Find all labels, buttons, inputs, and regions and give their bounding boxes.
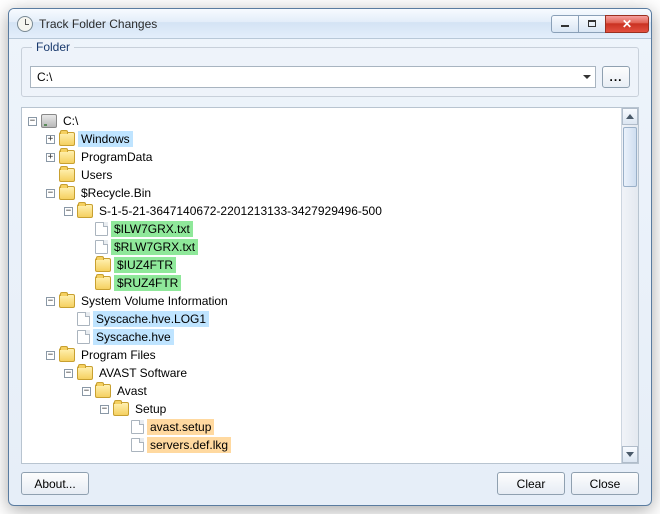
chevron-down-icon [583, 75, 591, 79]
tree-panel: − C:\ + Windows + ProgramData [21, 107, 639, 464]
file-icon [77, 312, 90, 326]
expand-icon[interactable]: + [46, 153, 55, 162]
browse-button[interactable]: ... [602, 66, 630, 88]
tree-label: Setup [132, 401, 169, 417]
collapse-icon[interactable]: − [64, 369, 73, 378]
tree-node-file[interactable]: Syscache.hve [24, 328, 619, 346]
folder-group-label: Folder [32, 40, 74, 54]
tree-node-file[interactable]: avast.setup [24, 418, 619, 436]
folder-icon [59, 132, 75, 146]
tree-node-recycle[interactable]: − $Recycle.Bin [24, 184, 619, 202]
tree-label: Users [78, 167, 115, 183]
close-window-button[interactable]: ✕ [605, 15, 649, 33]
tree-node-setup[interactable]: − Setup [24, 400, 619, 418]
titlebar: Track Folder Changes ✕ [9, 9, 651, 39]
tree-node-windows[interactable]: + Windows [24, 130, 619, 148]
tree-node-root[interactable]: − C:\ [24, 112, 619, 130]
button-bar: About... Clear Close [21, 472, 639, 495]
tree-node-folder[interactable]: $IUZ4FTR [24, 256, 619, 274]
folder-group: Folder C:\ ... [21, 47, 639, 97]
collapse-icon[interactable]: − [100, 405, 109, 414]
tree-node-file[interactable]: $RLW7GRX.txt [24, 238, 619, 256]
minimize-button[interactable] [551, 15, 579, 33]
folder-path-combo[interactable]: C:\ [30, 66, 596, 88]
tree-node-pf[interactable]: − Program Files [24, 346, 619, 364]
file-icon [131, 420, 144, 434]
folder-icon [59, 168, 75, 182]
expand-icon[interactable]: + [46, 135, 55, 144]
folder-icon [59, 150, 75, 164]
tree-label: $ILW7GRX.txt [111, 221, 193, 237]
tree-label: Program Files [78, 347, 159, 363]
app-window: Track Folder Changes ✕ Folder C:\ ... [8, 8, 652, 506]
scroll-up-button[interactable] [622, 108, 638, 125]
tree-node-programdata[interactable]: + ProgramData [24, 148, 619, 166]
collapse-icon[interactable]: − [46, 297, 55, 306]
tree-label: S-1-5-21-3647140672-2201213133-342792949… [96, 203, 385, 219]
tree-node-file[interactable]: $ILW7GRX.txt [24, 220, 619, 238]
folder-icon [95, 384, 111, 398]
collapse-icon[interactable]: − [64, 207, 73, 216]
folder-icon [95, 276, 111, 290]
maximize-button[interactable] [578, 15, 606, 33]
file-icon [131, 438, 144, 452]
tree-label: $IUZ4FTR [114, 257, 176, 273]
window-title: Track Folder Changes [39, 17, 157, 31]
about-button[interactable]: About... [21, 472, 89, 495]
scroll-track[interactable] [622, 125, 638, 446]
folder-icon [77, 366, 93, 380]
vertical-scrollbar[interactable] [621, 108, 638, 463]
tree-label: $RLW7GRX.txt [111, 239, 198, 255]
folder-tree[interactable]: − C:\ + Windows + ProgramData [22, 108, 621, 463]
tree-node-avast[interactable]: − Avast [24, 382, 619, 400]
tree-node-svi[interactable]: − System Volume Information [24, 292, 619, 310]
folder-path-value: C:\ [37, 70, 52, 84]
drive-icon [41, 114, 57, 128]
tree-node-avastsw[interactable]: − AVAST Software [24, 364, 619, 382]
folder-icon [59, 186, 75, 200]
tree-label: Avast [114, 383, 150, 399]
tree-label: Syscache.hve.LOG1 [93, 311, 209, 327]
close-button[interactable]: Close [571, 472, 639, 495]
collapse-icon[interactable]: − [28, 117, 37, 126]
tree-label: AVAST Software [96, 365, 190, 381]
folder-icon [95, 258, 111, 272]
tree-label: C:\ [60, 113, 81, 129]
tree-label: avast.setup [147, 419, 214, 435]
file-icon [77, 330, 90, 344]
folder-icon [59, 348, 75, 362]
tree-node-users[interactable]: Users [24, 166, 619, 184]
tree-node-file[interactable]: servers.def.lkg [24, 436, 619, 454]
folder-icon [77, 204, 93, 218]
clear-button[interactable]: Clear [497, 472, 565, 495]
tree-label: Syscache.hve [93, 329, 174, 345]
collapse-icon[interactable]: − [46, 189, 55, 198]
tree-label: Windows [78, 131, 133, 147]
collapse-icon[interactable]: − [46, 351, 55, 360]
folder-icon [59, 294, 75, 308]
tree-label: servers.def.lkg [147, 437, 231, 453]
window-controls: ✕ [552, 15, 649, 33]
tree-label: $Recycle.Bin [78, 185, 154, 201]
tree-label: $RUZ4FTR [114, 275, 181, 291]
file-icon [95, 222, 108, 236]
tree-label: ProgramData [78, 149, 155, 165]
tree-node-sid[interactable]: − S-1-5-21-3647140672-2201213133-3427929… [24, 202, 619, 220]
file-icon [95, 240, 108, 254]
scroll-down-button[interactable] [622, 446, 638, 463]
tree-node-folder[interactable]: $RUZ4FTR [24, 274, 619, 292]
clock-icon [17, 16, 33, 32]
folder-icon [113, 402, 129, 416]
client-area: Folder C:\ ... − C:\ + [21, 47, 639, 495]
tree-node-file[interactable]: Syscache.hve.LOG1 [24, 310, 619, 328]
scroll-thumb[interactable] [623, 127, 637, 187]
tree-label: System Volume Information [78, 293, 231, 309]
collapse-icon[interactable]: − [82, 387, 91, 396]
